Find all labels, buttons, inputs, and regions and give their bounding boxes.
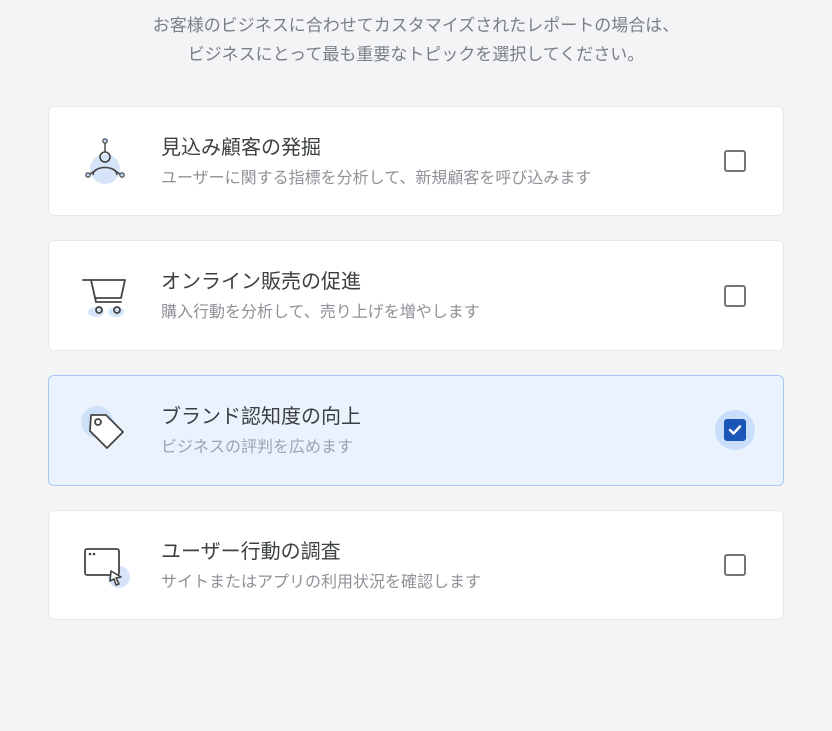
checkbox-wrap [715, 410, 755, 450]
card-desc: ユーザーに関する指標を分析して、新規顧客を呼び込みます [161, 166, 687, 192]
checkbox-wrap [715, 141, 755, 181]
card-body: ユーザー行動の調査 サイトまたはアプリの利用状況を確認します [161, 535, 687, 596]
intro-line2: ビジネスにとって最も重要なトピックを選択してください。 [48, 41, 784, 70]
card-title: ブランド認知度の向上 [161, 400, 687, 429]
checkbox[interactable] [724, 150, 746, 172]
checkbox[interactable] [724, 554, 746, 576]
card-brand-awareness[interactable]: ブランド認知度の向上 ビジネスの評判を広めます [48, 375, 784, 486]
checkbox[interactable] [724, 285, 746, 307]
card-body: 見込み顧客の発掘 ユーザーに関する指標を分析して、新規顧客を呼び込みます [161, 131, 687, 192]
checkbox-wrap [715, 276, 755, 316]
checkbox[interactable] [724, 419, 746, 441]
user-target-icon [77, 135, 133, 187]
card-title: オンライン販売の促進 [161, 265, 687, 294]
checkbox-wrap [715, 545, 755, 585]
card-desc: サイトまたはアプリの利用状況を確認します [161, 570, 687, 596]
checkmark-icon [728, 423, 742, 437]
card-online-sales[interactable]: オンライン販売の促進 購入行動を分析して、売り上げを増やします [48, 240, 784, 351]
card-desc: 購入行動を分析して、売り上げを増やします [161, 300, 687, 326]
card-body: オンライン販売の促進 購入行動を分析して、売り上げを増やします [161, 265, 687, 326]
card-body: ブランド認知度の向上 ビジネスの評判を広めます [161, 400, 687, 461]
card-title: ユーザー行動の調査 [161, 535, 687, 564]
intro-line1: お客様のビジネスに合わせてカスタマイズされたレポートの場合は、 [48, 12, 784, 41]
card-user-behavior[interactable]: ユーザー行動の調査 サイトまたはアプリの利用状況を確認します [48, 510, 784, 621]
site-cursor-icon [77, 539, 133, 591]
cart-icon [77, 270, 133, 322]
card-lead-generation[interactable]: 見込み顧客の発掘 ユーザーに関する指標を分析して、新規顧客を呼び込みます [48, 106, 784, 217]
card-desc: ビジネスの評判を広めます [161, 435, 687, 461]
intro-text: お客様のビジネスに合わせてカスタマイズされたレポートの場合は、 ビジネスにとって… [48, 0, 784, 106]
card-title: 見込み顧客の発掘 [161, 131, 687, 160]
tag-icon [77, 404, 133, 456]
